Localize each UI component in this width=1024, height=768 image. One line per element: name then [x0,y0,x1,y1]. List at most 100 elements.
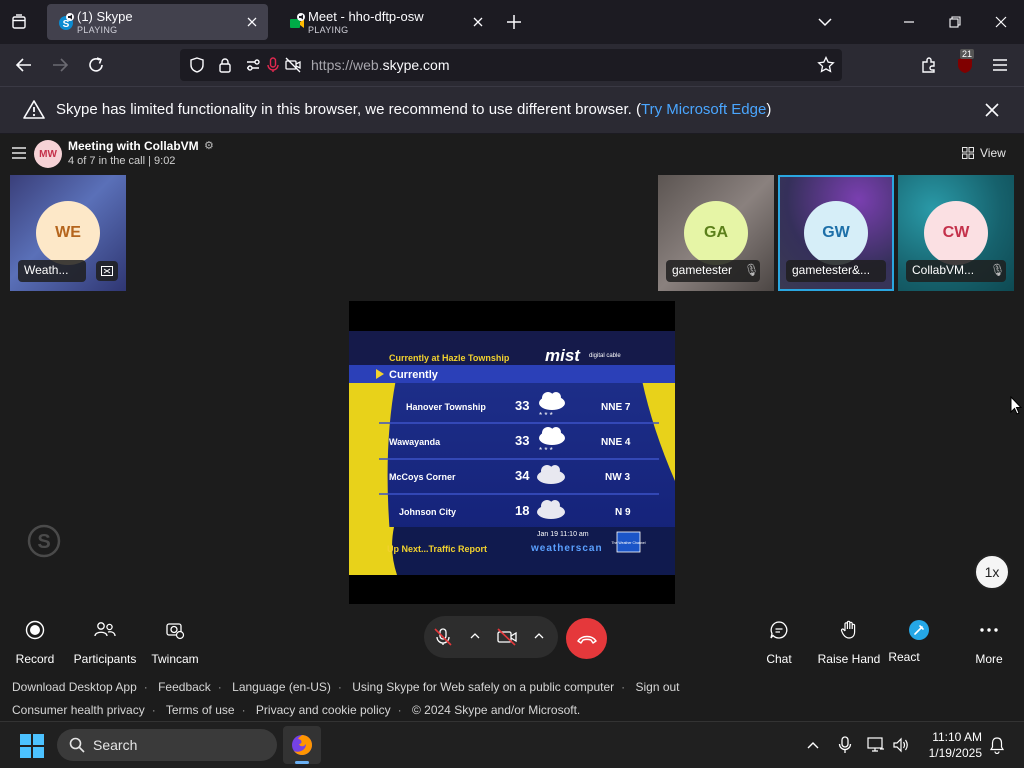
tab-playing-status: PLAYING [308,25,349,35]
dismiss-warning-button[interactable] [982,100,1002,120]
participants-button[interactable]: Participants [65,618,145,666]
more-button[interactable]: More [949,618,1024,666]
end-call-button[interactable] [566,618,607,659]
lock-icon[interactable] [216,56,234,74]
menu-icon[interactable] [11,146,27,160]
weather-wind: NNE 7 [601,402,631,413]
app-menu-button[interactable] [988,53,1012,77]
back-button[interactable] [12,53,36,77]
microphone-active-icon[interactable] [264,56,282,74]
record-button[interactable]: Record [0,618,75,666]
language-link[interactable]: Language (en-US) [232,680,331,694]
view-button[interactable]: View [962,146,1006,160]
permissions-icon[interactable] [244,56,262,74]
chevron-up-icon [534,633,544,639]
url-bar[interactable]: https://web.skype.com [180,49,842,81]
camera-blocked-icon[interactable] [284,56,302,74]
meeting-header: MW Meeting with CollabVM ⚙ 4 of 7 in the… [0,134,1024,174]
participant-avatar: CW [924,201,988,265]
weatherscan-logo: weatherscan [530,543,603,554]
show-hidden-icons-button[interactable] [803,735,823,755]
video-options-button[interactable] [533,630,545,642]
svg-text:S: S [37,531,50,553]
phone-hangup-icon [576,635,597,644]
svg-text:The Weather Channel: The Weather Channel [611,541,645,545]
close-tab-icon[interactable] [244,14,260,30]
extensions-button[interactable] [917,53,941,77]
microphone-tray-icon[interactable] [835,735,855,755]
reload-button[interactable] [84,53,108,77]
windows-start-icon[interactable] [20,734,44,758]
minimize-button[interactable] [897,10,921,34]
tab-title: (1) Skype [77,9,133,24]
network-icon[interactable] [866,735,886,755]
minimize-icon [904,21,914,23]
skype-favicon-icon: S [57,13,75,31]
section-label: Currently [389,369,439,381]
react-button[interactable]: React [879,618,959,664]
list-all-tabs-button[interactable] [813,10,837,34]
public-computer-link[interactable]: Using Skype for Web safely on a public c… [352,680,614,694]
tab-meet[interactable]: Meet - hho-dftp-osw PLAYING [278,4,494,40]
search-icon [69,737,85,753]
privacy-link[interactable]: Privacy and cookie policy [256,703,391,717]
firefox-icon [292,735,312,755]
try-edge-link[interactable]: Try Microsoft Edge [641,101,766,118]
mute-microphone-button[interactable] [431,625,455,649]
tab-playing-status: PLAYING [77,25,118,35]
footer-links-row-1: Download Desktop App · Feedback · Language… [12,680,680,694]
arrow-left-icon [15,58,31,72]
people-icon [93,618,117,642]
participant-name: gametester 🎙 [666,260,760,282]
firefox-taskbar-app[interactable] [283,726,321,764]
participant-tile-collabvm[interactable]: CW CollabVM... 🎙 [898,175,1014,291]
meeting-title[interactable]: Meeting with CollabVM [68,139,199,153]
footer-links-row-2: Consumer health privacy · Terms of use · P… [12,703,581,717]
volume-icon[interactable] [891,735,911,755]
tab-skype[interactable]: S (1) Skype PLAYING [47,4,268,40]
audio-options-button[interactable] [469,630,481,642]
camera-off-icon [497,628,517,646]
tab-list-icon [12,14,26,29]
mouse-pointer-icon [1010,396,1022,415]
ublock-extension-button[interactable]: 21 [953,49,977,77]
browser-warning-bar: Skype has limited functionality in this … [0,86,1024,133]
notifications-bell-icon[interactable] [987,735,1007,755]
grid-view-icon [962,147,974,159]
close-tab-icon[interactable] [470,14,486,30]
twincam-button[interactable]: Twincam [135,618,215,666]
toggle-camera-button[interactable] [495,625,519,649]
chevron-up-icon [807,742,819,749]
reload-icon [89,57,103,72]
chat-button[interactable]: Chat [739,618,819,666]
tab-list-button[interactable] [8,11,30,33]
url-text[interactable]: https://web.skype.com [311,57,450,73]
settings-gear-icon[interactable]: ⚙ [204,139,214,152]
new-tab-button[interactable] [504,12,524,32]
participant-tile-weather[interactable]: WE Weath... [10,175,126,291]
navigation-toolbar: https://web.skype.com 21 [0,44,1024,86]
arrow-right-icon [53,58,69,72]
taskbar-search[interactable]: Search [57,729,277,761]
extension-badge: 21 [960,49,975,59]
feedback-link[interactable]: Feedback [158,680,211,694]
health-privacy-link[interactable]: Consumer health privacy [12,703,145,717]
download-desktop-link[interactable]: Download Desktop App [12,680,137,694]
playback-speed-button[interactable]: 1x [974,554,1010,590]
participant-avatar: WE [36,201,100,265]
terms-link[interactable]: Terms of use [166,703,235,717]
system-clock[interactable]: 11:10 AM 1/19/2025 [920,729,982,761]
bookmark-star-icon[interactable] [817,56,835,74]
sign-out-link[interactable]: Sign out [635,680,679,694]
participant-tile-gametester2[interactable]: GW gametester&... [778,175,894,291]
svg-text:* * *: * * * [539,411,553,420]
close-window-button[interactable] [989,10,1013,34]
record-icon [23,618,47,642]
react-icon [907,618,931,642]
forward-button[interactable] [48,53,72,77]
tracking-protection-icon[interactable] [188,56,206,74]
meeting-avatar[interactable]: MW [34,140,62,168]
restore-button[interactable] [943,10,967,34]
participant-tile-gametester[interactable]: GA gametester 🎙 [658,175,774,291]
shared-screen-video[interactable]: Currently at Hazle Township mist digital… [349,301,675,604]
